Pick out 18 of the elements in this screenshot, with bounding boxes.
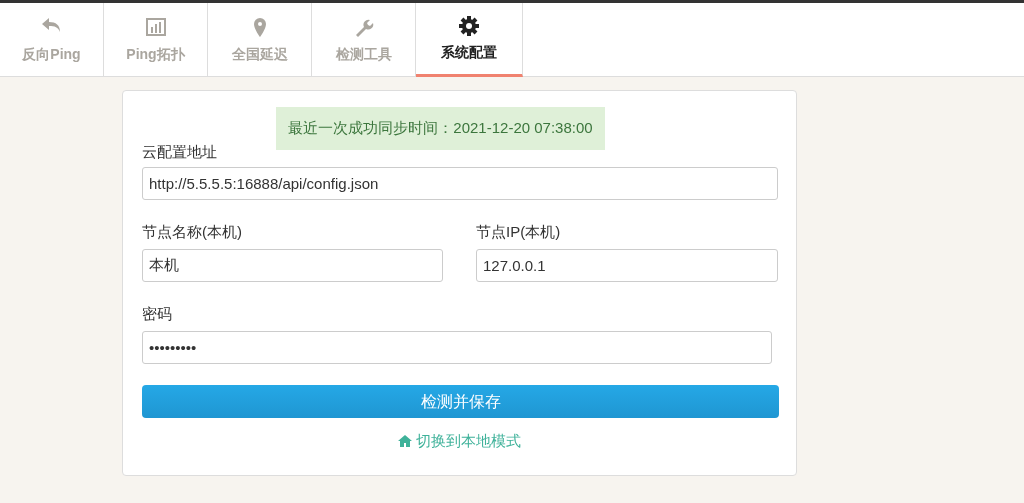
field-label: 密码 xyxy=(142,304,173,324)
save-button[interactable]: 检测并保存 xyxy=(142,385,779,418)
settings-icon xyxy=(457,14,481,38)
nav-tab[interactable]: 反向Ping xyxy=(0,3,104,77)
nav-tab[interactable]: 全国延迟 xyxy=(208,3,312,77)
field-label: 节点IP(本机) xyxy=(476,222,562,242)
input-field[interactable]: 本机 xyxy=(142,249,443,282)
local-mode-link[interactable]: 切换到本地模式 xyxy=(398,430,521,453)
password-field[interactable]: ••••••••• xyxy=(142,331,772,364)
sync-notice: 最近一次成功同步时间：2021-12-20 07:38:00 xyxy=(276,107,605,150)
input-field[interactable]: http://5.5.5.5:16888/api/config.json xyxy=(142,167,778,200)
field-label: 云配置地址 xyxy=(142,142,218,162)
input-field[interactable]: 127.0.0.1 xyxy=(476,249,778,282)
nav-tab[interactable]: Ping拓扑 xyxy=(104,3,208,77)
home-icon xyxy=(398,435,412,448)
nav-tab[interactable]: 系统配置 xyxy=(416,3,523,77)
field-label: 节点名称(本机) xyxy=(142,222,243,242)
nav-tab[interactable]: 检测工具 xyxy=(312,3,416,77)
